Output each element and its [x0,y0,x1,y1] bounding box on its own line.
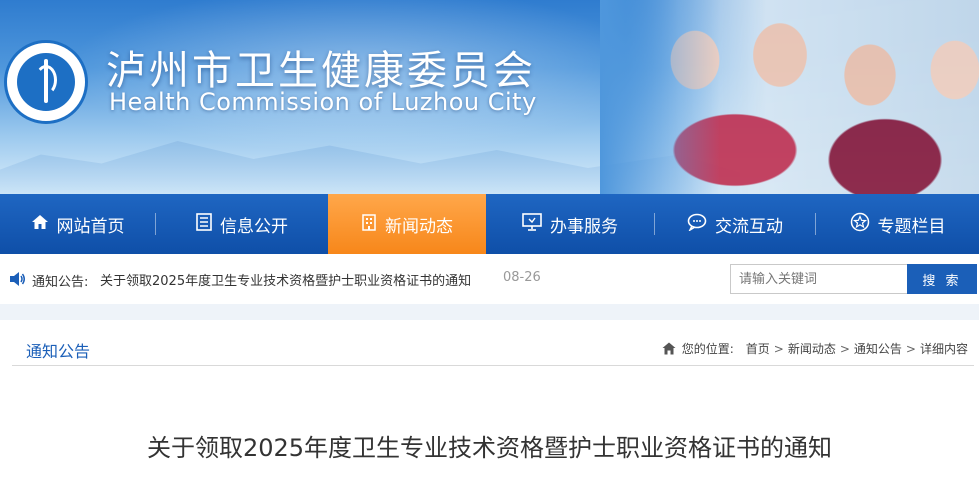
main-nav: 网站首页 信息公开 新闻动态 办事服务 交流互动 专题栏目 [0,194,979,254]
nav-services-label: 办事服务 [550,216,618,237]
speaker-icon [10,272,25,286]
nav-news[interactable]: 新闻动态 [328,194,486,254]
notice-label: 通知公告: [32,275,89,290]
header-banner: 泸州市卫生健康委员会 Health Commission of Luzhou C… [0,0,979,194]
notice-date: 08-26 [503,270,541,285]
breadcrumb: 您的位置: 首页 > 新闻动态 > 通知公告 > 详细内容 [662,340,968,357]
search-input[interactable] [730,264,908,294]
site-subtitle: Health Commission of Luzhou City [109,88,537,116]
breadcrumb-separator: > [905,341,916,356]
breadcrumb-separator: > [773,341,784,356]
nav-services[interactable]: 办事服务 [486,194,654,254]
chat-icon [687,213,707,235]
list-icon [196,213,212,235]
section-header: 通知公告 您的位置: 首页 > 新闻动态 > 通知公告 > 详细内容 [12,320,974,366]
nav-interaction[interactable]: 交流互动 [655,194,815,254]
nav-home-label: 网站首页 [56,216,125,237]
nav-interaction-label: 交流互动 [715,216,783,237]
home-icon [31,214,49,234]
section-spacer [0,304,979,320]
home-icon [662,342,676,355]
breadcrumb-current: 详细内容 [919,342,968,356]
notice-link[interactable]: 关于领取2025年度卫生专业技术资格暨护士职业资格证书的通知 [100,270,471,289]
breadcrumb-news[interactable]: 新闻动态 [788,340,836,357]
breadcrumb-separator: > [839,341,850,356]
nav-info-public[interactable]: 信息公开 [156,194,328,254]
monitor-icon [522,213,542,235]
breadcrumb-home[interactable]: 首页 [746,340,770,357]
breadcrumb-notices[interactable]: 通知公告 [854,340,902,357]
nav-topics-label: 专题栏目 [877,216,946,237]
star-icon [850,212,870,236]
article-title: 关于领取2025年度卫生专业技术资格暨护士职业资格证书的通知 [146,434,833,462]
building-icon [361,213,377,235]
nav-home[interactable]: 网站首页 [0,194,155,254]
nav-info-public-label: 信息公开 [220,216,288,237]
site-logo[interactable] [4,40,88,124]
search-button[interactable]: 搜 索 [907,264,977,294]
nav-news-label: 新闻动态 [385,216,453,237]
section-title: 通知公告 [26,342,91,361]
breadcrumb-prefix: 您的位置: [681,342,734,356]
nav-topics[interactable]: 专题栏目 [816,194,979,254]
